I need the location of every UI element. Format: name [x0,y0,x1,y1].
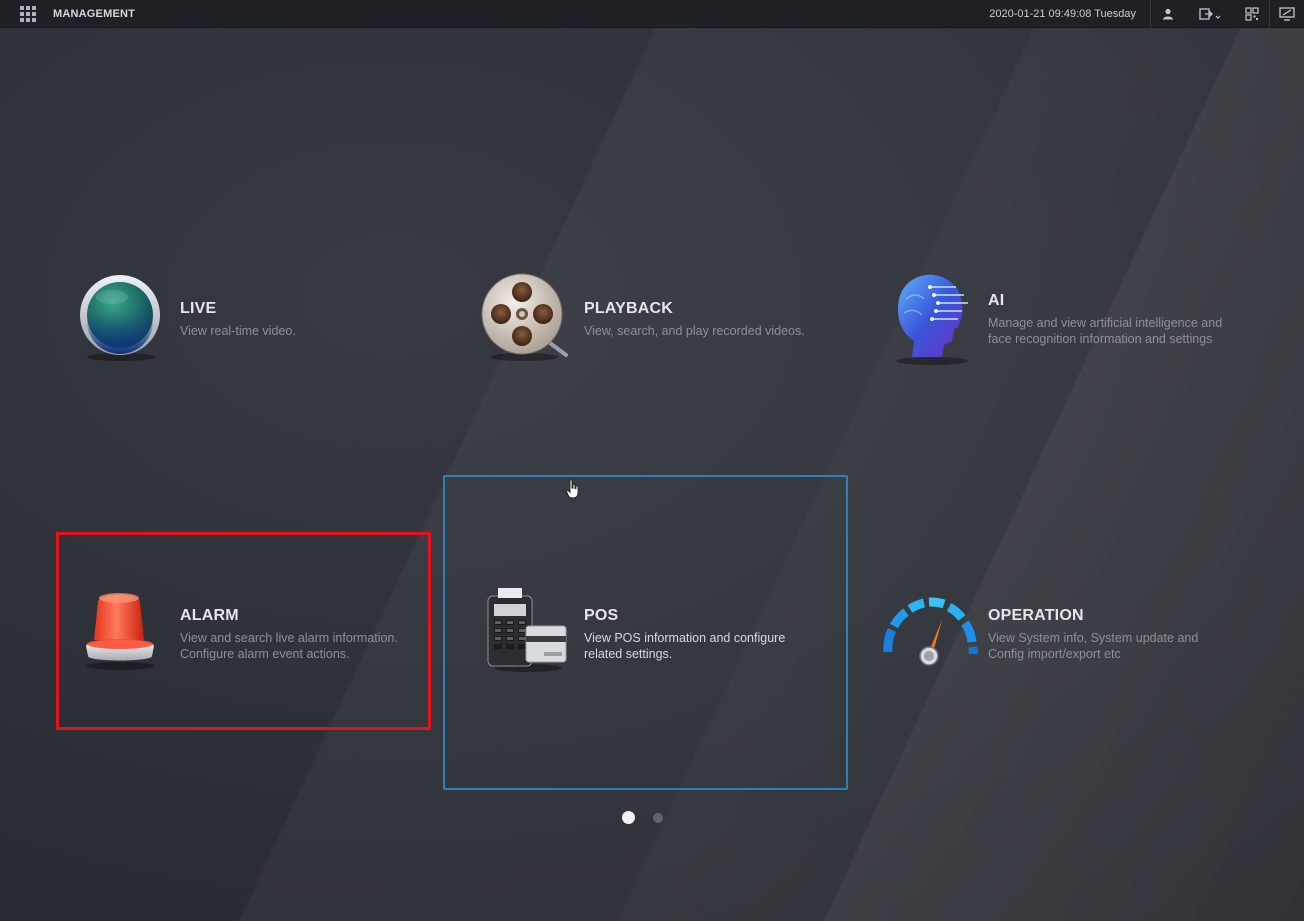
tile-playback[interactable]: PLAYBACK View, search, and play recorded… [474,265,844,375]
top-bar: MANAGEMENT 2020-01-21 09:49:08 Tuesday [0,0,1304,28]
tile-title: OPERATION [988,607,1084,624]
ai-head-icon [886,269,978,372]
tile-description: View System info, System update and [988,631,1199,645]
tile-description: View real-time video. [180,324,296,338]
page-dot-2[interactable] [653,812,663,823]
tile-description: related settings. [584,647,673,661]
pagination-dots [622,811,663,824]
tile-description: View, search, and play recorded videos. [584,324,805,338]
pos-terminal-icon [486,586,570,677]
tile-description: Manage and view artificial intelligence … [988,316,1223,330]
main-menu-grid-icon[interactable] [18,4,38,24]
tile-description: face recognition information and setting… [988,332,1213,346]
page-title: MANAGEMENT [53,7,136,20]
system-datetime: 2020-01-21 09:49:08 Tuesday [989,7,1136,20]
tile-ai[interactable]: AI Manage and view artificial intelligen… [878,265,1278,375]
alarm-highlight-box [56,532,431,730]
gauge-icon [878,592,982,681]
display-icon[interactable] [1270,0,1304,28]
qrcode-icon[interactable] [1235,0,1269,28]
tile-live[interactable]: LIVE View real-time video. [70,265,440,375]
tile-operation[interactable]: OPERATION View System info, System updat… [878,572,1278,682]
tile-title: AI [988,292,1005,309]
logout-icon[interactable] [1185,0,1235,28]
tile-pos[interactable]: POS View POS information and configure r… [474,572,844,682]
tile-title: PLAYBACK [584,300,674,317]
tile-title: POS [584,607,619,624]
page-dot-1-active[interactable] [622,811,635,824]
tile-title: LIVE [180,300,217,317]
user-icon[interactable] [1151,0,1185,28]
tile-description: View POS information and configure [584,631,786,645]
live-globe-icon [78,273,164,368]
tile-description: Config import/export etc [988,647,1121,661]
hand-cursor-icon [566,479,580,504]
film-reel-icon [480,273,572,368]
